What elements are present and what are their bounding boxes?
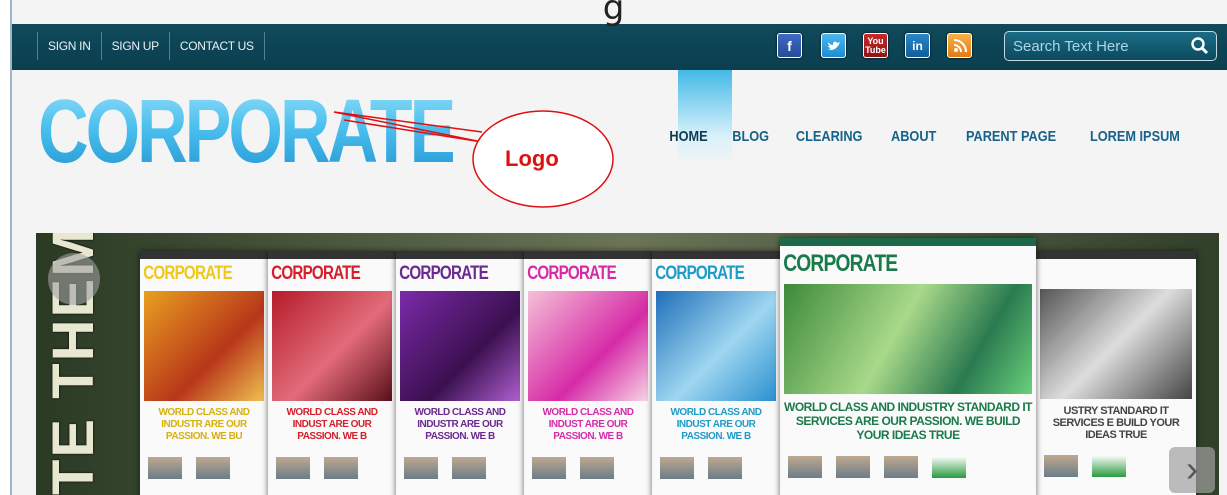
card-topbar (268, 251, 396, 259)
cut-off-heading: g (602, 0, 625, 28)
thumb-image (148, 457, 182, 479)
card-thumbs (524, 447, 652, 489)
theme-card-blue[interactable]: CORPORATE WORLD CLASS AND INDUST ARE OUR… (652, 251, 780, 495)
card-photo (144, 291, 264, 401)
theme-card-featured[interactable]: CORPORATE WORLD CLASS AND INDUSTRY STAND… (780, 238, 1036, 495)
search-input[interactable] (1013, 36, 1183, 56)
card-topbar (524, 251, 652, 259)
theme-slider: TE THEME CORPORATE WORLD CLASS AND INDUS… (36, 233, 1219, 495)
card-topbar (652, 251, 780, 259)
card-thumbs (268, 447, 396, 489)
card-tagline: WORLD CLASS AND INDUSTR ARE OUR PASSION.… (414, 407, 506, 442)
linkedin-icon[interactable]: in (905, 33, 930, 58)
linkedin-glyph: in (912, 38, 923, 53)
slider-next-button[interactable]: › (1169, 447, 1215, 493)
card-thumbs (396, 447, 524, 489)
youtube-glyph: You Tube (865, 35, 886, 55)
site-logo[interactable]: CORPORATE (38, 78, 456, 186)
top-bar: SIGN IN SIGN UP CONTACT US f You Tube in (12, 24, 1227, 70)
rss-feed-icon (953, 38, 967, 52)
theme-card-purple[interactable]: CORPORATE WORLD CLASS AND INDUSTR ARE OU… (396, 251, 524, 495)
sign-up-link[interactable]: SIGN UP (100, 32, 169, 60)
card-title: CORPORATE (271, 263, 361, 284)
card-title: CORPORATE (655, 263, 745, 284)
thumb-image (404, 457, 438, 479)
card-thumbs (140, 447, 268, 489)
card-photo (272, 291, 392, 401)
nav-parent-page[interactable]: PARENT PAGE (966, 128, 1056, 145)
card-topbar (140, 251, 268, 259)
facebook-glyph: f (787, 37, 792, 54)
twitter-bird-icon (827, 41, 840, 50)
card-photo (1040, 289, 1192, 399)
website-frame: SIGN IN SIGN UP CONTACT US f You Tube in… (10, 0, 1227, 495)
card-thumbs (652, 447, 780, 489)
card-tagline: USTRY STANDARD IT SERVICES E BUILD YOUR … (1052, 405, 1180, 441)
twitter-icon[interactable] (821, 33, 846, 58)
search-icon[interactable] (1190, 36, 1210, 56)
thumb-image (708, 457, 742, 479)
thumb-image (580, 457, 614, 479)
theme-card-red[interactable]: CORPORATE WORLD CLASS AND INDUST ARE OUR… (268, 251, 396, 495)
contact-us-link[interactable]: CONTACT US (168, 32, 265, 60)
card-title: CORPORATE (527, 263, 617, 284)
thumb-image (532, 457, 566, 479)
thumb-image (324, 457, 358, 479)
main-nav: HOME BLOG CLEARING ABOUT PARENT PAGE LOR… (666, 128, 1206, 145)
theme-card-yellow[interactable]: CORPORATE WORLD CLASS AND INDUSTR ARE OU… (140, 251, 268, 495)
callout-label: Logo (505, 146, 559, 171)
card-tagline: WORLD CLASS AND INDUST ARE OUR PASSION. … (542, 407, 634, 442)
thumb-chart (1092, 455, 1126, 477)
sign-in-link[interactable]: SIGN IN (37, 32, 101, 60)
card-title: CORPORATE (783, 250, 898, 277)
card-photo (784, 284, 1032, 394)
card-tagline: WORLD CLASS AND INDUST ARE OUR PASSION. … (286, 407, 378, 442)
card-tagline: WORLD CLASS AND INDUSTR ARE OUR PASSION.… (158, 407, 250, 442)
thumb-image (196, 457, 230, 479)
nav-blog[interactable]: BLOG (732, 128, 769, 145)
nav-about[interactable]: ABOUT (891, 128, 936, 145)
card-topbar (780, 238, 1036, 246)
thumb-image (836, 456, 870, 478)
thumb-image (788, 456, 822, 478)
card-photo (656, 291, 776, 401)
card-tagline: WORLD CLASS AND INDUSTRY STANDARD IT SER… (784, 400, 1033, 442)
nav-lorem-ipsum[interactable]: LOREM IPSUM (1090, 128, 1180, 145)
rss-icon[interactable] (947, 33, 972, 58)
card-topbar (396, 251, 524, 259)
card-title: CORPORATE (143, 263, 233, 284)
thumb-image (660, 457, 694, 479)
nav-clearing[interactable]: CLEARING (796, 128, 863, 145)
slider-prev-button[interactable] (48, 253, 100, 305)
card-photo (400, 291, 520, 401)
youtube-icon[interactable]: You Tube (863, 33, 888, 58)
facebook-icon[interactable]: f (777, 33, 802, 58)
nav-home[interactable]: HOME (669, 128, 707, 145)
thumb-chart (932, 456, 966, 478)
active-nav-highlight (678, 70, 732, 165)
card-tagline: WORLD CLASS AND INDUST ARE OUR PASSION. … (670, 407, 762, 442)
card-topbar (1036, 251, 1196, 259)
thumb-image (1044, 455, 1078, 477)
card-title: CORPORATE (399, 263, 489, 284)
card-thumbs (780, 446, 1036, 488)
thumb-image (452, 457, 486, 479)
thumb-image (276, 457, 310, 479)
top-links: SIGN IN SIGN UP CONTACT US (37, 32, 265, 60)
thumb-image (884, 456, 918, 478)
theme-card-pink[interactable]: CORPORATE WORLD CLASS AND INDUST ARE OUR… (524, 251, 652, 495)
search-box (1004, 31, 1217, 61)
card-photo (528, 291, 648, 401)
card-title (1036, 259, 1164, 267)
